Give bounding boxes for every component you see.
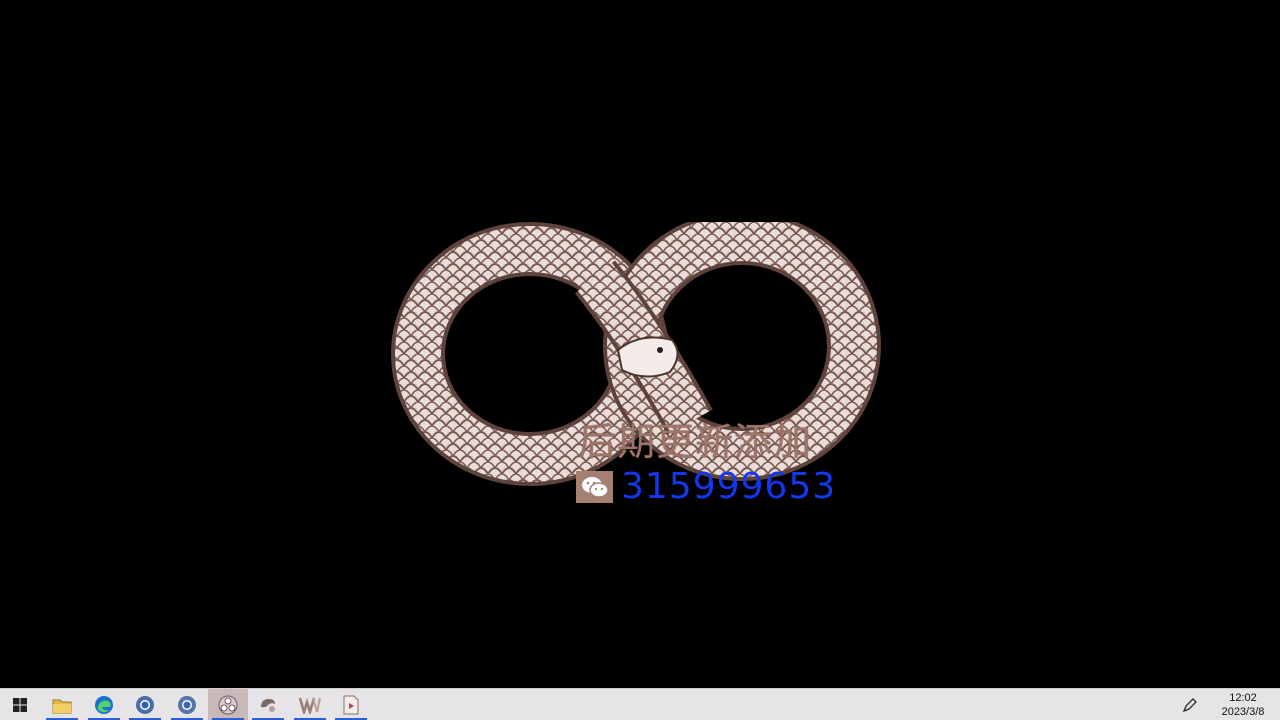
clock-time: 12:02: [1229, 691, 1257, 704]
clock[interactable]: 12:02 2023/3/8: [1212, 691, 1274, 719]
contact-row: 315999653: [576, 466, 836, 508]
clock-date: 2023/3/8: [1221, 705, 1265, 718]
chrome-browser-icon: [178, 695, 196, 714]
windows-logo-icon: [13, 697, 27, 712]
wps-writer-icon: [299, 697, 321, 714]
obs-studio-icon: [218, 695, 238, 714]
taskbar-file-explorer[interactable]: [42, 689, 82, 720]
taskbar-wps[interactable]: [290, 689, 330, 720]
chrome-browser-icon: [136, 695, 154, 714]
contact-number: 315999653: [621, 466, 837, 507]
taskbar-edge[interactable]: [84, 689, 124, 720]
taskbar-qq-music[interactable]: [248, 689, 288, 720]
file-explorer-icon: [52, 699, 72, 713]
qq-music-icon: [261, 698, 275, 712]
start-button[interactable]: [0, 689, 40, 720]
media-player-icon: [343, 695, 359, 714]
taskbar-chrome-2[interactable]: [167, 689, 207, 720]
system-tray: 12:02 2023/3/8: [1178, 689, 1280, 720]
edge-browser-icon: [95, 695, 113, 714]
wechat-icon: [576, 471, 613, 503]
overlay-title: 后期更新添加: [578, 420, 813, 464]
desktop: 后期更新添加 315999653: [0, 0, 1280, 688]
taskbar-chrome-1[interactable]: [125, 689, 165, 720]
taskbar-obs[interactable]: [208, 689, 248, 720]
pen-workspace-icon[interactable]: [1178, 693, 1202, 717]
taskbar: 12:02 2023/3/8: [0, 688, 1280, 720]
taskbar-media-player[interactable]: [331, 689, 371, 720]
